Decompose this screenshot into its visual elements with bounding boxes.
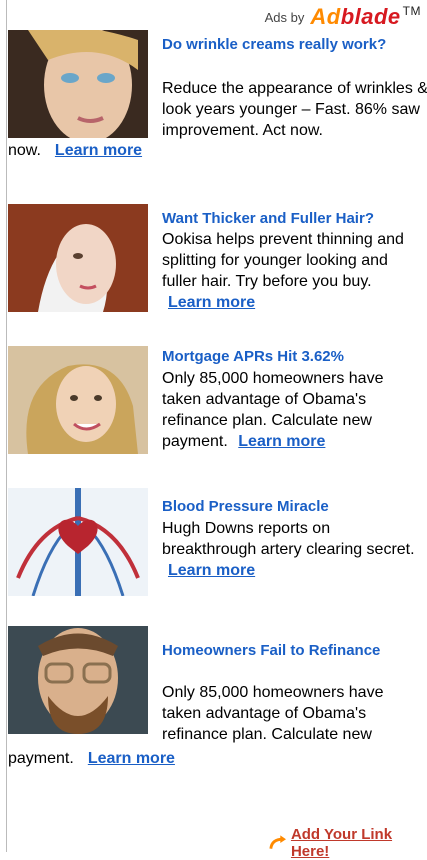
ad-item[interactable]: Want Thicker and Fuller Hair? Ookisa hel… xyxy=(0,204,427,328)
ad-description-tail: payment. Learn more xyxy=(8,750,175,767)
learn-more-link[interactable]: Learn more xyxy=(168,294,255,311)
adblade-logo[interactable]: Ad blade TM xyxy=(310,4,421,30)
ads-by-label: Ads by xyxy=(264,9,305,25)
learn-more-link[interactable]: Learn more xyxy=(88,750,175,767)
ad-description: Only 85,000 homeowners have taken advant… xyxy=(162,370,384,450)
ad-title[interactable]: Want Thicker and Fuller Hair? xyxy=(162,208,423,229)
curved-arrow-icon xyxy=(269,835,286,849)
ad-title[interactable]: Mortgage APRs Hit 3.62% xyxy=(162,346,423,367)
learn-more-link[interactable]: Learn more xyxy=(55,142,142,159)
ad-title[interactable]: Homeowners Fail to Refinance xyxy=(162,640,423,661)
ad-description: Hugh Downs reports on breakthrough arter… xyxy=(162,520,415,579)
ad-item[interactable]: Mortgage APRs Hit 3.62% Only 85,000 home… xyxy=(0,346,427,466)
ad-thumbnail-redhead[interactable] xyxy=(8,204,148,312)
learn-more-link[interactable]: Learn more xyxy=(238,433,325,450)
ad-thumbnail-blonde-woman[interactable] xyxy=(8,346,148,454)
ad-description: Reduce the appearance of wrinkles & look… xyxy=(162,80,427,139)
ad-description: Only 85,000 homeowners have taken advant… xyxy=(162,684,384,743)
learn-more-link[interactable]: Learn more xyxy=(168,562,255,579)
ad-thumbnail-heart-anatomy[interactable] xyxy=(8,488,148,596)
add-your-link-text[interactable]: Add Your Link Here! xyxy=(291,826,427,860)
ad-item[interactable]: Homeowners Fail to Refinance Only 85,000… xyxy=(0,626,427,776)
ad-title[interactable]: Do wrinkle creams really work? xyxy=(162,34,402,55)
ads-by-header[interactable]: Ads by Ad blade TM xyxy=(264,4,421,30)
ad-title[interactable]: Blood Pressure Miracle xyxy=(162,496,423,517)
add-your-link[interactable]: Add Your Link Here! xyxy=(268,826,427,860)
ad-description-tail: now. Learn more xyxy=(8,142,143,159)
ad-item[interactable]: Do wrinkle creams really work? Reduce th… xyxy=(0,30,427,170)
ad-thumbnail-man-glasses[interactable] xyxy=(8,626,148,734)
ad-item[interactable]: Blood Pressure Miracle Hugh Downs report… xyxy=(0,488,427,600)
ad-thumbnail-woman-face[interactable] xyxy=(8,30,148,138)
ad-description: Ookisa helps prevent thinning and splitt… xyxy=(162,231,404,311)
